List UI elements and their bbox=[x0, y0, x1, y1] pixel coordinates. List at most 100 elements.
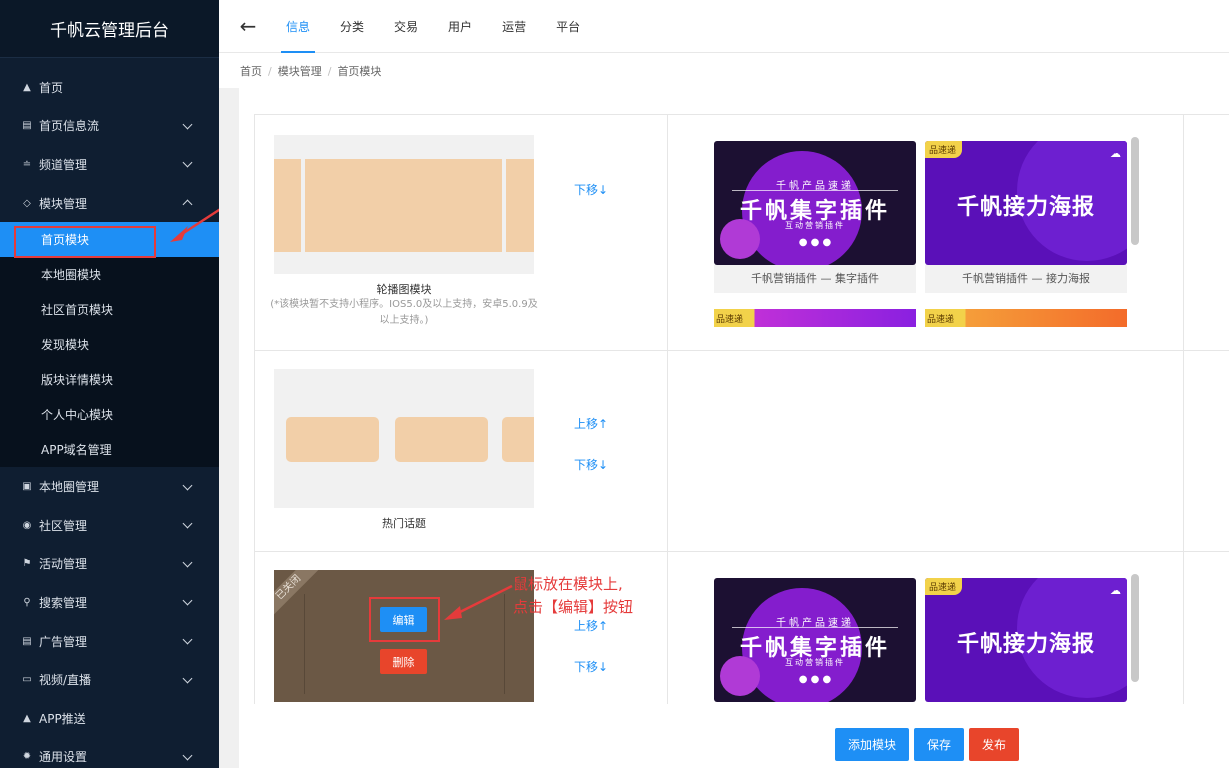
move-down-button[interactable]: 下移↓ bbox=[574, 181, 608, 198]
annotation-text: 鼠标放在模块上, 点击【编辑】按钮 bbox=[513, 573, 633, 619]
cloud-icon: ☁ bbox=[1110, 147, 1121, 160]
banner-preview-poster: 品速递 千帆接力海报 ☁ bbox=[925, 578, 1127, 702]
sidebar-item-video[interactable]: ▭ 视频/直播 bbox=[0, 660, 219, 699]
sidebar-item-home[interactable]: ▲ 首页 bbox=[0, 68, 219, 107]
hot-topic-module-thumb[interactable] bbox=[274, 369, 534, 508]
chevron-down-icon bbox=[182, 158, 193, 168]
move-down-button[interactable]: 下移↓ bbox=[574, 658, 608, 675]
banner-title: 千帆接力海报 bbox=[956, 632, 1095, 657]
home-icon: ▲ bbox=[23, 81, 31, 93]
sidebar-item-activity[interactable]: ⚑ 活动管理 bbox=[0, 545, 219, 584]
grid-divider bbox=[1183, 115, 1184, 704]
activity-icon: ⚑ bbox=[22, 558, 32, 570]
module-name: 热门话题 bbox=[382, 517, 426, 530]
breadcrumb-item-current: 首页模块 bbox=[337, 65, 382, 78]
sidebar-item-label: APP推送 bbox=[39, 711, 86, 726]
banner-subtitle: 互动营销插件 bbox=[785, 221, 845, 230]
sidebar-item-label: 频道管理 bbox=[39, 157, 88, 172]
feed-icon: ▤ bbox=[22, 120, 32, 132]
sidebar-item-community[interactable]: ◉ 社区管理 bbox=[0, 506, 219, 545]
top-nav: ← 信息 分类 交易 用户 运营 平台 bbox=[219, 0, 1229, 53]
sidebar-item-label: 通用设置 bbox=[39, 750, 88, 765]
banner-caption: 千帆营销插件 — 接力海报 bbox=[925, 265, 1127, 293]
banner-subtitle: 互动营销插件 bbox=[785, 658, 845, 667]
sidebar-subitem-community-module[interactable]: 社区首页模块 bbox=[0, 292, 219, 327]
chevron-down-icon bbox=[182, 750, 193, 761]
tab-info[interactable]: 信息 bbox=[271, 0, 325, 53]
app-root: 千帆云管理后台 ▲ 首页 ▤ 首页信息流 ≐ 频道管理 ◇ 模块管理 首页模块 … bbox=[0, 0, 1229, 768]
bell-icon: ▲ bbox=[23, 712, 31, 724]
annotation-arrow-edit bbox=[444, 584, 513, 620]
tab-platform[interactable]: 平台 bbox=[541, 0, 595, 53]
sidebar: 千帆云管理后台 ▲ 首页 ▤ 首页信息流 ≐ 频道管理 ◇ 模块管理 首页模块 … bbox=[0, 0, 219, 768]
map-icon: ▣ bbox=[22, 481, 32, 493]
annotation-line: 点击【编辑】按钮 bbox=[513, 598, 634, 616]
status-badge: 已关闭 bbox=[274, 570, 327, 626]
move-up-button[interactable]: 上移↑ bbox=[574, 415, 608, 432]
banner-strip: 品速递 bbox=[925, 309, 1127, 327]
module-name: 轮播图模块 bbox=[376, 283, 432, 296]
sidebar-item-channel[interactable]: ≐ 频道管理 bbox=[0, 145, 219, 184]
banner-tag: 品速递 bbox=[927, 315, 955, 325]
banner-tag: 品速递 bbox=[716, 315, 744, 325]
breadcrumb: 首页 / 模块管理 / 首页模块 bbox=[240, 65, 382, 78]
sidebar-item-label: 视频/直播 bbox=[39, 673, 92, 688]
cloud-icon: ☁ bbox=[1110, 584, 1121, 597]
sidebar-item-label: 活动管理 bbox=[39, 557, 88, 572]
banner-preview-jizi: 千帆产品速递 千帆集字插件 互动营销插件 ● ● ● bbox=[714, 141, 916, 265]
app-title: 千帆云管理后台 bbox=[0, 0, 219, 58]
community-icon: ◉ bbox=[22, 519, 32, 531]
module-icon: ◇ bbox=[23, 197, 31, 209]
sidebar-item-ads[interactable]: ▤ 广告管理 bbox=[0, 622, 219, 661]
annotation-line: 鼠标放在模块上, bbox=[513, 575, 623, 593]
left-scroll-rail bbox=[219, 88, 239, 768]
add-module-button[interactable]: 添加模块 bbox=[835, 728, 910, 761]
sidebar-submenu-module: 首页模块 本地圈模块 社区首页模块 发现模块 版块详情模块 个人中心模块 APP… bbox=[0, 222, 219, 468]
sidebar-item-search[interactable]: ⚲ 搜索管理 bbox=[0, 583, 219, 622]
grid-divider bbox=[255, 551, 1229, 552]
sidebar-menu: ▲ 首页 ▤ 首页信息流 ≐ 频道管理 ◇ 模块管理 首页模块 本地圈模块 社区… bbox=[0, 68, 219, 768]
sidebar-item-label: 广告管理 bbox=[39, 634, 88, 649]
move-down-button[interactable]: 下移↓ bbox=[574, 456, 608, 473]
search-icon: ⚲ bbox=[23, 596, 31, 608]
back-arrow-icon[interactable]: ← bbox=[219, 14, 271, 38]
tab-operation[interactable]: 运营 bbox=[487, 0, 541, 53]
sidebar-item-settings[interactable]: ✹ 通用设置 bbox=[0, 738, 219, 768]
chevron-down-icon bbox=[182, 119, 193, 130]
sidebar-item-label: 模块管理 bbox=[39, 196, 88, 211]
publish-button[interactable]: 发布 bbox=[969, 728, 1020, 761]
breadcrumb-item-home[interactable]: 首页 bbox=[240, 65, 262, 78]
banner-tag: 品速递 bbox=[925, 141, 963, 158]
sidebar-subitem-domain[interactable]: APP域名管理 bbox=[0, 432, 219, 467]
save-button[interactable]: 保存 bbox=[914, 728, 965, 761]
chevron-down-icon bbox=[182, 480, 193, 491]
banner-title: 千帆接力海报 bbox=[956, 195, 1095, 220]
sidebar-subitem-local-module[interactable]: 本地圈模块 bbox=[0, 257, 219, 292]
delete-button[interactable]: 删除 bbox=[380, 649, 427, 674]
banner-tag: 品速递 bbox=[925, 578, 963, 595]
tab-category[interactable]: 分类 bbox=[325, 0, 379, 53]
chevron-down-icon bbox=[182, 634, 193, 645]
banner-strip: 品速递 bbox=[714, 309, 916, 327]
chevron-down-icon bbox=[182, 518, 193, 529]
sidebar-item-push[interactable]: ▲ APP推送 bbox=[0, 699, 219, 738]
sidebar-subitem-profile-module[interactable]: 个人中心模块 bbox=[0, 397, 219, 432]
carousel-module-thumb[interactable] bbox=[274, 135, 534, 274]
sidebar-subitem-board-module[interactable]: 版块详情模块 bbox=[0, 362, 219, 397]
sidebar-item-label: 搜索管理 bbox=[39, 595, 88, 610]
breadcrumb-item-module[interactable]: 模块管理 bbox=[278, 65, 322, 78]
sidebar-item-feed[interactable]: ▤ 首页信息流 bbox=[0, 107, 219, 146]
sidebar-item-local[interactable]: ▣ 本地圈管理 bbox=[0, 467, 219, 506]
sidebar-item-label: 本地圈管理 bbox=[39, 480, 100, 495]
banner-preview-poster: 品速递 千帆接力海报 ☁ bbox=[925, 141, 1127, 265]
move-up-button[interactable]: 上移↑ bbox=[574, 617, 608, 634]
video-icon: ▭ bbox=[22, 674, 32, 686]
tab-user[interactable]: 用户 bbox=[433, 0, 487, 53]
sidebar-item-label: 社区管理 bbox=[39, 518, 88, 533]
preview-scrollbar[interactable] bbox=[1131, 137, 1139, 245]
preview-scrollbar[interactable] bbox=[1131, 574, 1139, 682]
sidebar-subitem-discover-module[interactable]: 发现模块 bbox=[0, 327, 219, 362]
banner-preview-jizi: 千帆产品速递 千帆集字插件 互动营销插件 ● ● ● bbox=[714, 578, 916, 702]
tab-trade[interactable]: 交易 bbox=[379, 0, 433, 53]
footer-actions: 添加模块 保存 发布 bbox=[835, 728, 1020, 761]
